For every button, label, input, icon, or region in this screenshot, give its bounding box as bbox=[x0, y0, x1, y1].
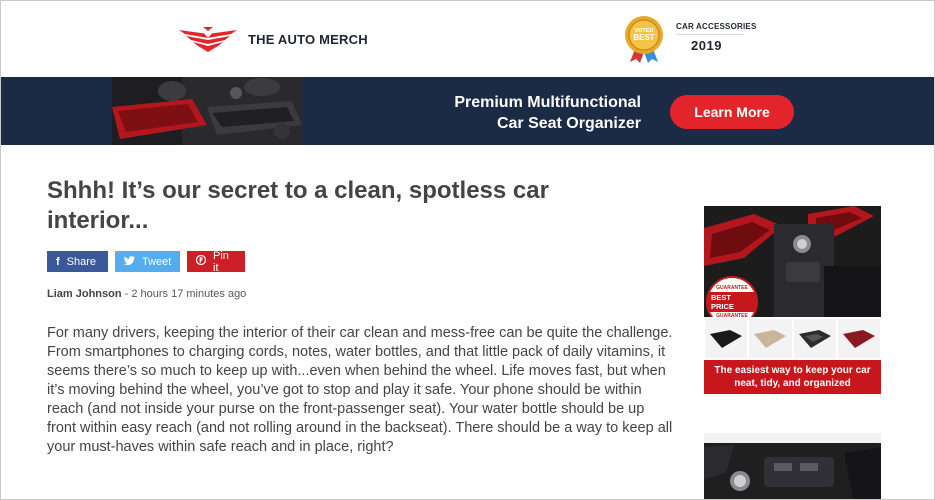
share-buttons: f Share Tweet Pin it bbox=[47, 249, 245, 274]
badge-top-text: GUARANTEE bbox=[716, 285, 748, 291]
article-title: Shhh! It’s our secret to a clean, spotle… bbox=[47, 177, 549, 234]
variant-thumbnail[interactable] bbox=[793, 319, 836, 358]
award-divider bbox=[676, 34, 744, 35]
learn-more-button[interactable]: Learn More bbox=[670, 95, 794, 129]
promo-banner[interactable]: Premium Multifunctional Car Seat Organiz… bbox=[1, 77, 934, 145]
pinterest-pin-button[interactable]: Pin it bbox=[187, 249, 245, 274]
product-variant-thumbnails bbox=[704, 317, 881, 360]
variant-thumbnail[interactable] bbox=[749, 319, 792, 358]
award-year: 2019 bbox=[691, 38, 722, 53]
sidebar-ad-organizer[interactable]: GUARANTEE BEST PRICE GUARANTEE The easie… bbox=[704, 206, 881, 394]
pinterest-pin-label: Pin it bbox=[213, 249, 229, 274]
pinterest-icon bbox=[195, 254, 207, 268]
winged-chevron-logo-icon bbox=[179, 27, 237, 52]
publish-time: - 2 hours 17 minutes ago bbox=[121, 288, 247, 300]
car-organizer-photo bbox=[112, 77, 302, 145]
award-badge: VOTED BEST bbox=[623, 15, 665, 68]
facebook-share-label: Share bbox=[66, 255, 97, 268]
twitter-bird-icon bbox=[124, 255, 135, 268]
ad-caption: The easiest way to keep your car neat, t… bbox=[704, 360, 881, 394]
page-frame: THE AUTO MERCH VOTED BEST CAR ACCESSORIE… bbox=[0, 0, 935, 500]
badge-main-text: BEST PRICE bbox=[708, 292, 756, 312]
article-body: For many drivers, keeping the interior o… bbox=[47, 325, 673, 455]
twitter-tweet-button[interactable]: Tweet bbox=[115, 251, 180, 272]
article-byline: Liam Johnson - 2 hours 17 minutes ago bbox=[47, 288, 246, 300]
banner-headline-line-2: Car Seat Organizer bbox=[496, 115, 641, 132]
facebook-share-button[interactable]: f Share bbox=[47, 251, 108, 272]
banner-headline-line-1: Premium Multifunctional bbox=[454, 94, 641, 111]
variant-thumbnail[interactable] bbox=[837, 319, 880, 358]
site-header: THE AUTO MERCH VOTED BEST CAR ACCESSORIE… bbox=[1, 1, 934, 77]
facebook-icon: f bbox=[56, 255, 60, 268]
twitter-tweet-label: Tweet bbox=[142, 255, 172, 268]
brand-name: THE AUTO MERCH bbox=[248, 31, 368, 47]
ad-dashboard-photo bbox=[704, 433, 881, 499]
award-medal-icon: VOTED BEST bbox=[625, 16, 663, 63]
award-badge-main: BEST bbox=[633, 33, 654, 42]
banner-headline: Premium Multifunctional Car Seat Organiz… bbox=[401, 92, 641, 134]
variant-thumbnail[interactable] bbox=[705, 319, 748, 358]
author-name[interactable]: Liam Johnson bbox=[47, 288, 122, 300]
award-label: CAR ACCESSORIES bbox=[676, 22, 757, 31]
sidebar-ad-dashboard[interactable] bbox=[704, 433, 881, 499]
brand-logo[interactable]: THE AUTO MERCH bbox=[177, 25, 368, 53]
